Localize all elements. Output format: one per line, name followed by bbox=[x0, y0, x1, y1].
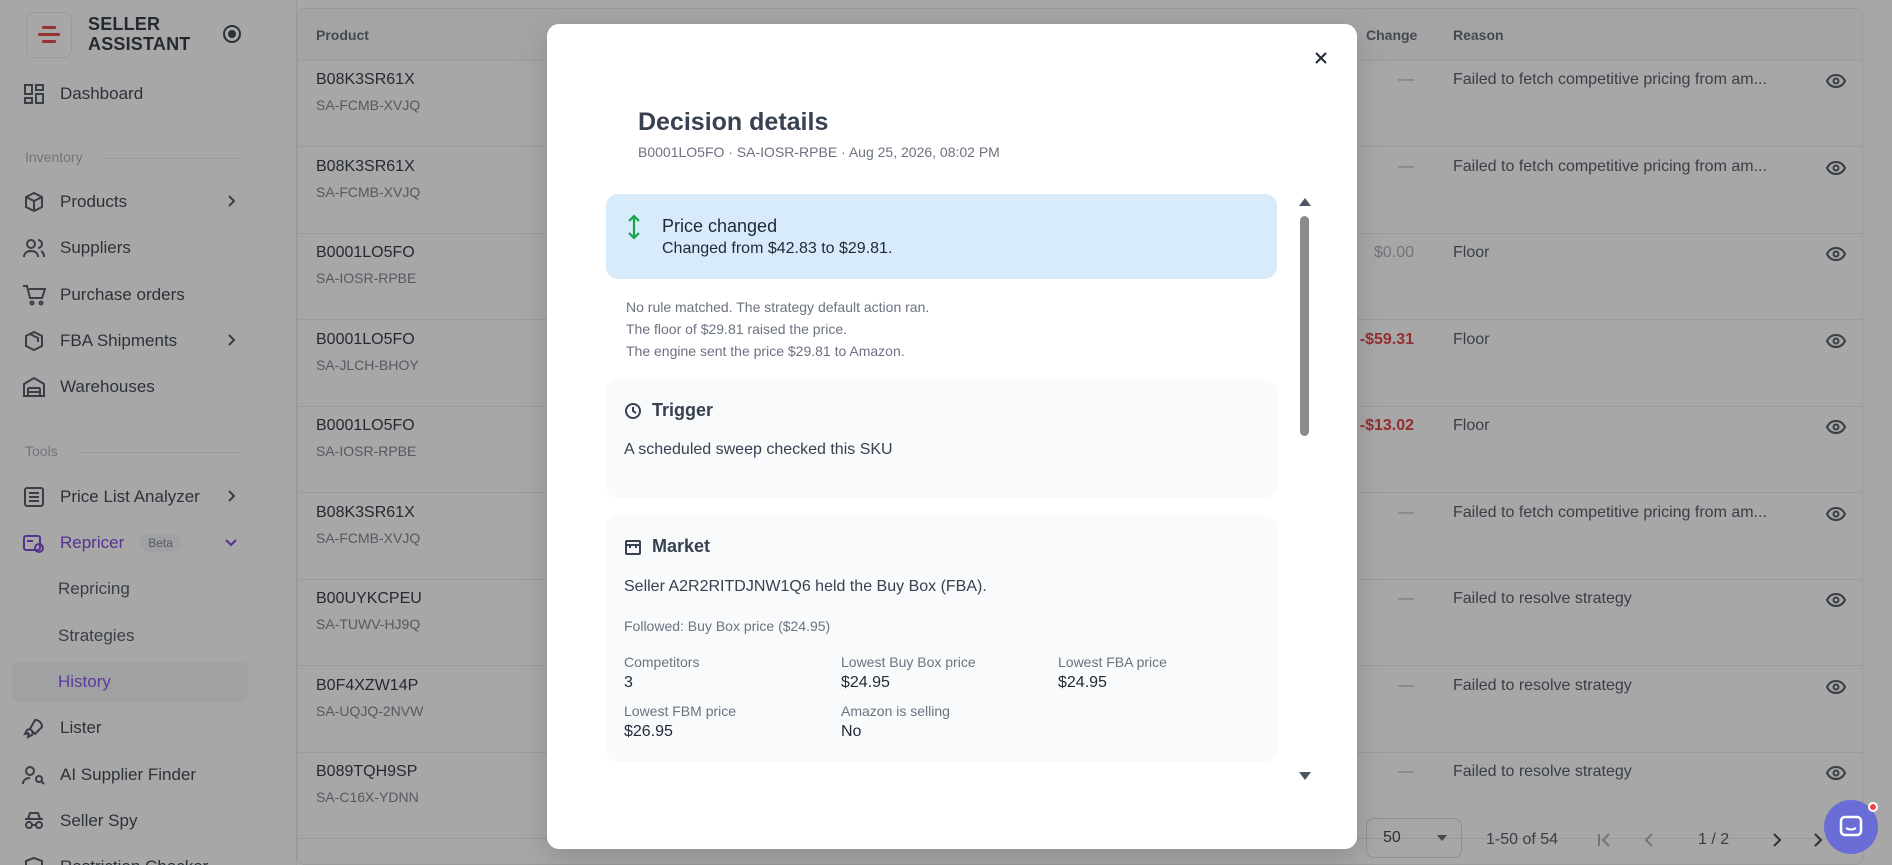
stat-value: 3 bbox=[624, 674, 633, 691]
chat-icon bbox=[1839, 815, 1863, 837]
stat-label: Amazon is selling bbox=[841, 703, 950, 719]
modal-title: Decision details bbox=[638, 108, 829, 136]
stat-value: No bbox=[841, 723, 862, 740]
trigger-title-text: Trigger bbox=[652, 400, 714, 420]
trigger-text: A scheduled sweep checked this SKU bbox=[624, 441, 893, 458]
clock-icon bbox=[624, 402, 642, 420]
note-line: The floor of $29.81 raised the price. bbox=[626, 321, 848, 337]
close-icon bbox=[1315, 52, 1327, 64]
arrows-up-down-icon bbox=[622, 214, 646, 240]
stat-value: $24.95 bbox=[1058, 674, 1107, 691]
decision-notes: No rule matched. The strategy default ac… bbox=[626, 296, 929, 362]
market-card: Market Seller A2R2RITDJNW1Q6 held the Bu… bbox=[606, 516, 1277, 762]
stat-label: Competitors bbox=[624, 654, 700, 670]
stat-value: $26.95 bbox=[624, 723, 673, 740]
scrollbar-thumb[interactable] bbox=[1300, 216, 1309, 436]
banner-text: Changed from $42.83 to $29.81. bbox=[662, 240, 893, 257]
close-button[interactable] bbox=[1307, 44, 1335, 72]
scroll-down-arrow[interactable] bbox=[1299, 772, 1311, 780]
price-changed-banner: Price changed Changed from $42.83 to $29… bbox=[606, 194, 1277, 279]
notification-dot bbox=[1868, 802, 1878, 812]
stat-label: Lowest FBM price bbox=[624, 703, 737, 719]
stat-value: $24.95 bbox=[841, 674, 890, 691]
stat-lowest-fba: Lowest FBA price $24.95 bbox=[1058, 654, 1167, 692]
note-line: No rule matched. The strategy default ac… bbox=[626, 299, 930, 315]
market-title: Market bbox=[624, 536, 710, 557]
stat-amazon-selling: Amazon is selling No bbox=[841, 703, 950, 741]
stat-competitors: Competitors 3 bbox=[624, 654, 699, 692]
modal-scroll-area[interactable]: Price changed Changed from $42.83 to $29… bbox=[606, 194, 1277, 784]
stat-label: Lowest FBA price bbox=[1058, 654, 1167, 670]
market-title-text: Market bbox=[652, 536, 711, 556]
modal-subtitle: B0001LO5FO · SA-IOSR-RPBE · Aug 25, 2026… bbox=[638, 144, 1000, 160]
trigger-title: Trigger bbox=[624, 400, 713, 421]
banner-title: Price changed bbox=[662, 216, 778, 236]
stat-label: Lowest Buy Box price bbox=[841, 654, 976, 670]
decision-details-modal: Decision details B0001LO5FO · SA-IOSR-RP… bbox=[547, 24, 1357, 849]
store-icon bbox=[624, 538, 642, 556]
trigger-card: Trigger A scheduled sweep checked this S… bbox=[606, 380, 1277, 498]
market-followed: Followed: Buy Box price ($24.95) bbox=[624, 618, 831, 634]
scroll-up-arrow[interactable] bbox=[1299, 198, 1311, 206]
stat-lowest-buy-box: Lowest Buy Box price $24.95 bbox=[841, 654, 976, 692]
stat-lowest-fbm: Lowest FBM price $26.95 bbox=[624, 703, 736, 741]
note-line: The engine sent the price $29.81 to Amaz… bbox=[626, 343, 905, 359]
market-text: Seller A2R2RITDJNW1Q6 held the Buy Box (… bbox=[624, 578, 987, 595]
